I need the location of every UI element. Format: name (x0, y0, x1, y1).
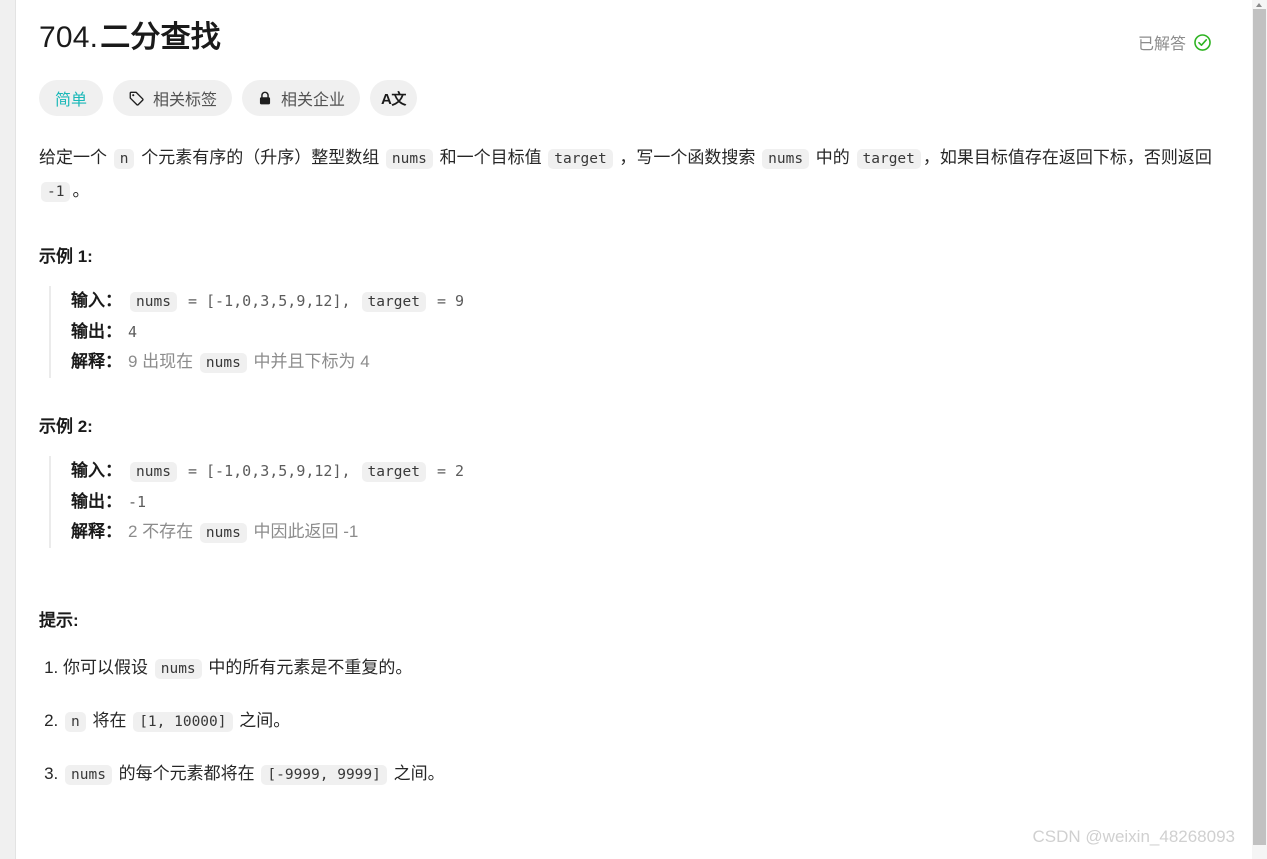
code-chip-target: target (548, 149, 613, 169)
tag-icon (128, 90, 145, 107)
list-item: n 将在 [1, 10000] 之间。 (63, 706, 1230, 737)
difficulty-badge[interactable]: 简单 (39, 80, 104, 116)
problem-header: 704.二分查找 已解答 (39, 0, 1230, 58)
related-tags-button[interactable]: 相关标签 (113, 80, 233, 116)
example-2-input-code-target: target (361, 462, 426, 482)
example-1-explain-post: 中并且下标为 4 (248, 352, 370, 371)
status-label: 已解答 (1137, 36, 1186, 53)
problem-meta-toolbar: 简单 相关标签 相关企业 A文 (39, 80, 1230, 116)
constraint-1-post: 中的所有元素是不重复的。 (203, 658, 413, 677)
example-2-output-label: 输出： (71, 492, 122, 511)
list-item: 你可以假设 nums 中的所有元素是不重复的。 (63, 653, 1230, 684)
example-1-input-code-target: target (361, 292, 426, 312)
example-1-input-label: 输入： (71, 291, 122, 310)
constraints-heading: 提示: (39, 611, 79, 630)
constraint-3-code: nums (65, 765, 112, 785)
code-chip-minus-one: -1 (41, 182, 71, 202)
example-1-input-tail: = 9 (427, 292, 465, 310)
desc-part-1: 给定一个 (39, 148, 112, 167)
list-item: nums 的每个元素都将在 [-9999, 9999] 之间。 (63, 759, 1230, 790)
problem-content: 704.二分查找 已解答 简单 相关标签 相关企业 A文 给定一个 n 个元素有… (17, 0, 1252, 790)
example-2-explain-code: nums (199, 523, 247, 543)
page-title[interactable]: 704.二分查找 (39, 18, 221, 58)
example-1-explain-pre: 9 出现在 (128, 352, 198, 371)
example-2-explain-pre: 2 不存在 (128, 522, 198, 541)
difficulty-label: 简单 (55, 92, 88, 109)
status-badge: 已解答 (1138, 30, 1212, 54)
problem-title: 二分查找 (100, 21, 222, 54)
constraint-3-code-2: [-9999, 9999] (261, 765, 387, 785)
example-1-input-line: 输入： nums = [-1,0,3,5,9,12], target = 9 (71, 286, 1230, 317)
example-1-heading: 示例 1: (39, 247, 93, 266)
scrollbar-thumb[interactable] (1253, 9, 1266, 845)
constraint-2-code: n (65, 712, 86, 732)
example-2-explain-line: 解释： 2 不存在 nums 中因此返回 -1 (71, 517, 1230, 548)
constraint-2-post-2: 之间。 (234, 711, 291, 730)
constraint-1-code: nums (154, 659, 202, 679)
csdn-watermark: CSDN @weixin_48268093 (1032, 827, 1235, 846)
example-1-explain-code: nums (199, 353, 247, 373)
code-chip-target-2: target (856, 149, 921, 169)
example-1-output-label: 输出： (71, 322, 122, 341)
code-chip-n: n (113, 149, 135, 169)
example-2-explain-label: 解释： (71, 522, 122, 541)
problem-number: 704. (39, 21, 99, 54)
example-2-input-tail: = 2 (427, 462, 465, 480)
example-2-input-line: 输入： nums = [-1,0,3,5,9,12], target = 2 (71, 456, 1230, 487)
example-2-input-mid: = [-1,0,3,5,9,12], (178, 462, 360, 480)
desc-part-3: 和一个目标值 (434, 148, 547, 167)
left-gutter-strip (0, 0, 16, 859)
example-1-input-code-nums: nums (130, 292, 177, 312)
check-circle-icon (1193, 33, 1212, 52)
constraint-3-post: 的每个元素都将在 (113, 764, 260, 783)
related-companies-button[interactable]: 相关企业 (242, 80, 361, 116)
language-toggle-button[interactable]: A文 (370, 80, 417, 116)
problem-statement: 给定一个 n 个元素有序的（升序）整型数组 nums 和一个目标值 target… (39, 142, 1219, 208)
related-tags-label: 相关标签 (153, 92, 218, 109)
example-1-explain-label: 解释： (71, 352, 122, 371)
example-1-input-mid: = [-1,0,3,5,9,12], (178, 292, 360, 310)
constraint-3-post-2: 之间。 (388, 764, 445, 783)
example-2-input-label: 输入： (71, 461, 122, 480)
constraint-1-pre: 你可以假设 (63, 658, 153, 677)
example-1-block: 输入： nums = [-1,0,3,5,9,12], target = 9 输… (49, 286, 1230, 378)
lock-icon (257, 90, 273, 107)
example-2-output-value: -1 (128, 493, 147, 511)
scroll-up-arrow-icon[interactable] (1253, 0, 1266, 9)
constraint-2-post: 将在 (87, 711, 132, 730)
desc-part-5: 中的 (811, 148, 855, 167)
problem-description-panel: 704.二分查找 已解答 简单 相关标签 相关企业 A文 给定一个 n 个元素有… (17, 0, 1252, 859)
translate-icon: A文 (381, 90, 406, 108)
code-chip-nums: nums (385, 149, 433, 169)
example-1-output-value: 4 (128, 323, 138, 341)
constraints-list: 你可以假设 nums 中的所有元素是不重复的。 n 将在 [1, 10000] … (39, 653, 1230, 790)
example-1-explain-line: 解释： 9 出现在 nums 中并且下标为 4 (71, 347, 1230, 378)
desc-part-7: 。 (72, 181, 90, 200)
code-chip-nums-2: nums (762, 149, 810, 169)
example-2-output-line: 输出： -1 (71, 487, 1230, 517)
vertical-scrollbar[interactable] (1252, 0, 1267, 859)
example-1-output-line: 输出： 4 (71, 317, 1230, 347)
example-2-heading: 示例 2: (39, 417, 93, 436)
related-companies-label: 相关企业 (281, 92, 346, 109)
desc-part-6: ，如果目标值存在返回下标，否则返回 (922, 148, 1212, 167)
desc-part-4: ，写一个函数搜索 (614, 148, 761, 167)
constraint-2-code-2: [1, 10000] (133, 712, 233, 732)
example-2-input-code-nums: nums (130, 462, 177, 482)
desc-part-2: 个元素有序的（升序）整型数组 (136, 148, 384, 167)
example-2-block: 输入： nums = [-1,0,3,5,9,12], target = 2 输… (49, 456, 1230, 548)
example-2-explain-post: 中因此返回 -1 (248, 522, 359, 541)
